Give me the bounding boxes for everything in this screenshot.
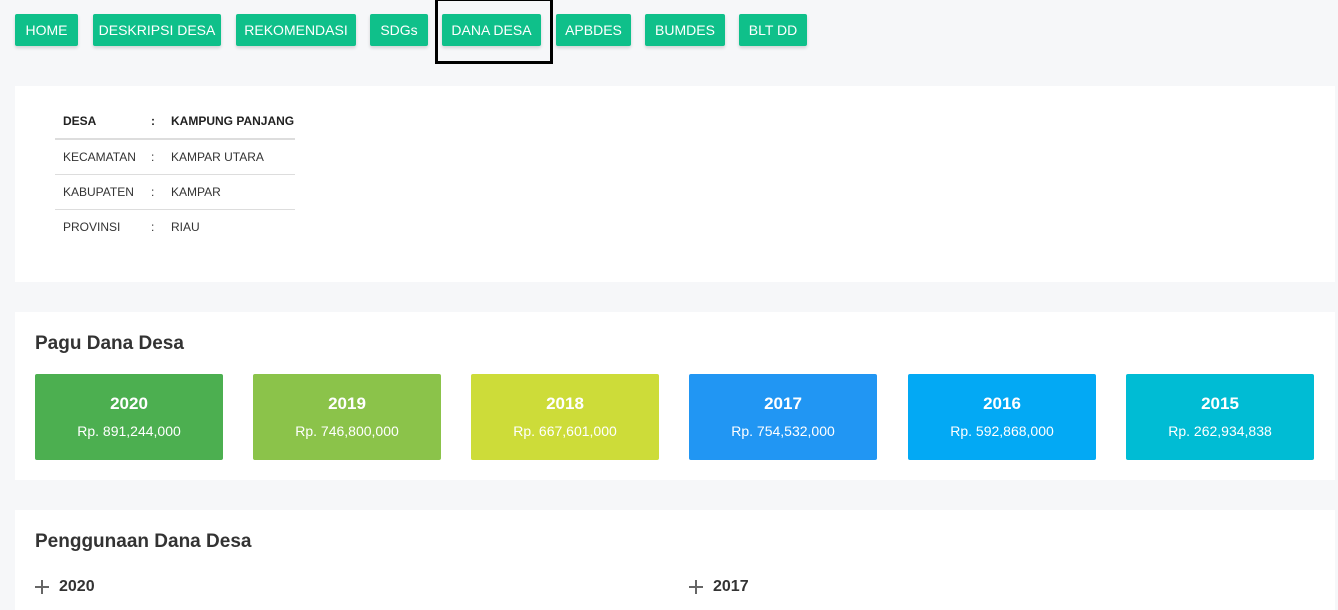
penggunaan-dana-desa-card: Penggunaan Dana Desa 2020 2017 (15, 510, 1335, 610)
info-row-provinsi: PROVINSI : RIAU (55, 210, 295, 244)
info-separator: : (151, 150, 155, 164)
pagu-amount: Rp. 667,601,000 (513, 423, 617, 439)
info-label: KABUPATEN (63, 185, 134, 199)
pagu-box-2019: 2019 Rp. 746,800,000 (253, 374, 441, 460)
nav-rekomendasi-button[interactable]: REKOMENDASI (236, 14, 356, 46)
accordion-label: 2017 (713, 578, 749, 595)
plus-icon (35, 580, 49, 594)
pagu-box-2018: 2018 Rp. 667,601,000 (471, 374, 659, 460)
info-label: KECAMATAN (63, 150, 136, 164)
pagu-amount: Rp. 891,244,000 (77, 423, 181, 439)
info-row-desa: DESA : KAMPUNG PANJANG (55, 104, 295, 140)
nav-home-button[interactable]: HOME (15, 14, 78, 46)
pagu-year: 2019 (328, 394, 366, 413)
info-row-kabupaten: KABUPATEN : KAMPAR (55, 175, 295, 210)
accordion-item-2017[interactable]: 2017 (689, 578, 749, 596)
pagu-amount: Rp. 746,800,000 (295, 423, 399, 439)
pagu-box-2017: 2017 Rp. 754,532,000 (689, 374, 877, 460)
pagu-year: 2017 (764, 394, 802, 413)
pagu-year: 2020 (110, 394, 148, 413)
pagu-year: 2016 (983, 394, 1021, 413)
plus-icon (689, 580, 703, 594)
pagu-dana-desa-card: Pagu Dana Desa 2020 Rp. 891,244,000 2019… (15, 312, 1335, 480)
pagu-section-title: Pagu Dana Desa (35, 333, 184, 354)
village-info-card: DESA : KAMPUNG PANJANG KECAMATAN : KAMPA… (15, 86, 1335, 282)
nav-blt-dd-button[interactable]: BLT DD (739, 14, 807, 46)
pagu-box-2015: 2015 Rp. 262,934,838 (1126, 374, 1314, 460)
pagu-amount: Rp. 262,934,838 (1168, 423, 1272, 439)
info-value: KAMPUNG PANJANG (171, 114, 295, 128)
info-separator: : (151, 185, 155, 199)
nav-apbdes-button[interactable]: APBDES (556, 14, 631, 46)
pagu-amount: Rp. 754,532,000 (731, 423, 835, 439)
pagu-year: 2015 (1201, 394, 1239, 413)
pagu-amount: Rp. 592,868,000 (950, 423, 1054, 439)
info-value: KAMPAR UTARA (171, 150, 264, 164)
info-label: PROVINSI (63, 220, 121, 234)
info-value: RIAU (171, 220, 200, 234)
info-label: DESA (63, 114, 97, 128)
pagu-box-2016: 2016 Rp. 592,868,000 (908, 374, 1096, 460)
info-value: KAMPAR (171, 185, 221, 199)
info-separator: : (151, 114, 155, 128)
info-row-kecamatan: KECAMATAN : KAMPAR UTARA (55, 140, 295, 175)
nav-sdgs-button[interactable]: SDGs (370, 14, 428, 46)
accordion-item-2020[interactable]: 2020 (35, 578, 95, 596)
accordion-label: 2020 (59, 578, 95, 595)
pagu-box-2020: 2020 Rp. 891,244,000 (35, 374, 223, 460)
village-info-table: DESA : KAMPUNG PANJANG KECAMATAN : KAMPA… (55, 104, 295, 244)
nav-deskripsi-desa-button[interactable]: DESKRIPSI DESA (93, 14, 221, 46)
penggunaan-section-title: Penggunaan Dana Desa (35, 531, 252, 552)
active-nav-highlight (435, 0, 553, 64)
pagu-year: 2018 (546, 394, 584, 413)
nav-bumdes-button[interactable]: BUMDES (645, 14, 725, 46)
info-separator: : (151, 220, 155, 234)
